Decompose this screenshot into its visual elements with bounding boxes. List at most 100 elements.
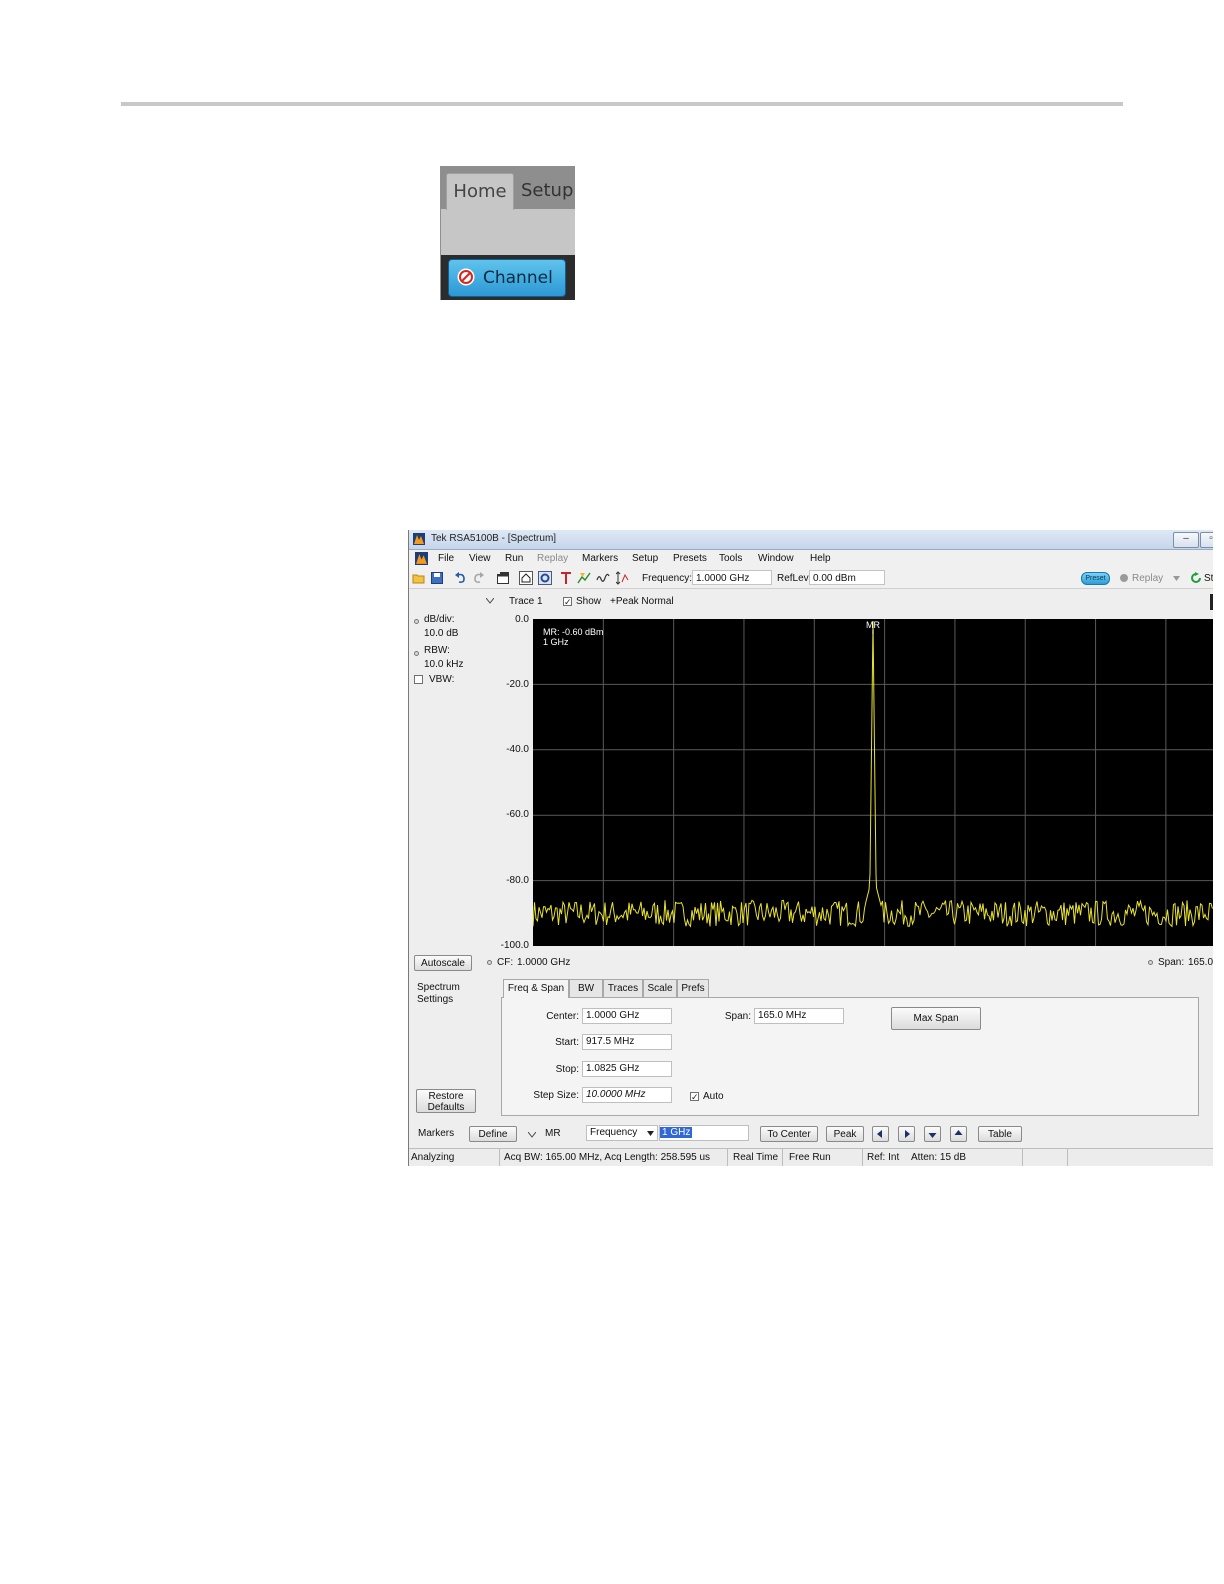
status-trigger: Free Run bbox=[789, 1152, 831, 1163]
channel-1-button[interactable]: Channel 1 bbox=[448, 259, 566, 297]
status-mode: Real Time bbox=[733, 1152, 779, 1163]
menu-help[interactable]: Help bbox=[810, 553, 831, 564]
span-label[interactable]: Span: bbox=[1158, 957, 1184, 968]
tab-prefs[interactable]: Prefs bbox=[677, 979, 709, 997]
replay-button[interactable]: Replay bbox=[1132, 573, 1163, 584]
menu-window[interactable]: Window bbox=[758, 553, 794, 564]
next-peak-left-button[interactable] bbox=[872, 1126, 889, 1142]
menu-setup[interactable]: Setup bbox=[632, 553, 658, 564]
marker-readout-level: MR: -0.60 dBm bbox=[543, 627, 604, 637]
tab-traces[interactable]: Traces bbox=[603, 979, 643, 997]
status-atten: Atten: 15 dB bbox=[911, 1152, 967, 1163]
replay-dropdown-icon[interactable] bbox=[1173, 576, 1180, 581]
span-setting-field[interactable]: 165.0 MHz bbox=[754, 1008, 844, 1024]
menu-view[interactable]: View bbox=[469, 553, 491, 564]
minimize-button[interactable]: – bbox=[1173, 532, 1199, 548]
autoscale-button[interactable]: Autoscale bbox=[414, 955, 472, 971]
spectrum-plot[interactable]: MR MR: -0.60 dBm 1 GHz bbox=[533, 619, 1213, 946]
stop-field[interactable]: 1.0825 GHz bbox=[582, 1061, 672, 1077]
restore-defaults-button[interactable]: Restore Defaults bbox=[416, 1089, 476, 1113]
menu-tools[interactable]: Tools bbox=[719, 553, 742, 564]
restore-defaults-label-1: Restore bbox=[428, 1091, 464, 1102]
menu-markers[interactable]: Markers bbox=[582, 553, 618, 564]
marker-type-value: Frequency bbox=[590, 1127, 638, 1138]
marker-value-field[interactable]: 1 GHz bbox=[659, 1125, 749, 1141]
restore-button[interactable]: ▫ bbox=[1200, 532, 1213, 548]
trace-icon[interactable] bbox=[596, 571, 610, 585]
span-bullet bbox=[1148, 960, 1153, 965]
undo-icon[interactable] bbox=[453, 571, 467, 585]
next-peak-down-button[interactable] bbox=[924, 1126, 941, 1142]
stop-label: Stop: bbox=[555, 1064, 579, 1075]
arrow-down-icon bbox=[928, 1133, 937, 1138]
reflev-field[interactable]: 0.00 dBm bbox=[809, 570, 885, 585]
tab-bw[interactable]: BW bbox=[569, 979, 603, 997]
spectrum-app-window: Tek RSA5100B - [Spectrum] – ▫ File View … bbox=[408, 530, 1213, 1166]
redo-icon[interactable] bbox=[472, 571, 486, 585]
reflev-label: RefLev: bbox=[777, 573, 812, 584]
center-field[interactable]: 1.0000 GHz bbox=[582, 1008, 672, 1024]
tab-freq-span[interactable]: Freq & Span bbox=[503, 979, 569, 998]
window-title: Tek RSA5100B - [Spectrum] bbox=[431, 533, 557, 544]
menu-file[interactable]: File bbox=[438, 553, 454, 564]
status-state: Analyzing bbox=[411, 1152, 455, 1163]
detection-label[interactable]: +Peak Normal bbox=[610, 596, 674, 607]
next-peak-right-button[interactable] bbox=[898, 1126, 915, 1142]
tek-app-icon bbox=[413, 533, 425, 545]
preset-button[interactable]: Preset bbox=[1081, 572, 1110, 585]
scale-icon[interactable] bbox=[616, 571, 630, 585]
step-size-field[interactable]: 10.0000 MHz bbox=[582, 1087, 672, 1103]
window-icon[interactable] bbox=[496, 571, 510, 585]
cf-bullet bbox=[487, 960, 492, 965]
status-separator bbox=[782, 1149, 783, 1166]
text-icon[interactable] bbox=[559, 571, 573, 585]
y-tick-label: -100.0 bbox=[500, 940, 529, 951]
start-field[interactable]: 917.5 MHz bbox=[582, 1034, 672, 1050]
show-checkbox[interactable]: ✓ bbox=[563, 597, 572, 607]
home-icon[interactable] bbox=[519, 571, 533, 585]
tab-scale[interactable]: Scale bbox=[643, 979, 677, 997]
db-div-value: 10.0 dB bbox=[424, 628, 459, 639]
tab-setup[interactable]: Setup bbox=[521, 173, 573, 209]
save-icon[interactable] bbox=[430, 571, 444, 585]
to-center-button[interactable]: To Center bbox=[760, 1126, 818, 1142]
rbw-label[interactable]: RBW: bbox=[424, 645, 450, 656]
menu-bar: File View Run Replay Markers Setup Prese… bbox=[409, 550, 1213, 568]
trace-label[interactable]: Trace 1 bbox=[509, 596, 543, 607]
menu-run[interactable]: Run bbox=[505, 553, 523, 564]
y-tick-label: -60.0 bbox=[506, 809, 529, 820]
marker-label: MR bbox=[866, 620, 880, 630]
status-separator bbox=[727, 1149, 728, 1166]
menu-presets[interactable]: Presets bbox=[673, 553, 707, 564]
status-ref: Ref: Int bbox=[867, 1152, 900, 1163]
rbw-value: 10.0 kHz bbox=[424, 659, 464, 670]
arrow-up-icon bbox=[954, 1130, 963, 1135]
marker-dropdown-icon[interactable] bbox=[528, 1132, 536, 1138]
run-label[interactable]: St bbox=[1204, 573, 1213, 584]
run-icon[interactable] bbox=[1190, 572, 1202, 584]
tab-home[interactable]: Home bbox=[446, 173, 514, 210]
marker-table-button[interactable]: Table bbox=[978, 1126, 1022, 1142]
span-value: 165.0 bbox=[1188, 957, 1213, 968]
cf-value: 1.0000 GHz bbox=[517, 957, 571, 968]
next-peak-up-button[interactable] bbox=[950, 1126, 967, 1142]
marker-icon[interactable] bbox=[577, 571, 591, 585]
trace-dropdown-icon[interactable] bbox=[486, 598, 494, 604]
spectrum-graticule: MR bbox=[533, 619, 1213, 946]
open-icon[interactable] bbox=[412, 571, 426, 585]
marker-value-text: 1 GHz bbox=[660, 1127, 693, 1138]
auto-checkbox[interactable]: ✓ bbox=[690, 1092, 699, 1102]
arrow-right-icon bbox=[905, 1130, 910, 1138]
show-label: Show bbox=[576, 596, 602, 607]
max-span-button[interactable]: Max Span bbox=[891, 1007, 981, 1030]
menu-replay[interactable]: Replay bbox=[537, 553, 568, 564]
tek-menu-icon[interactable] bbox=[415, 552, 428, 565]
frequency-field[interactable]: 1.0000 GHz bbox=[692, 570, 772, 585]
settings-icon[interactable] bbox=[538, 571, 552, 585]
cf-label[interactable]: CF: bbox=[497, 957, 513, 968]
peak-button[interactable]: Peak bbox=[826, 1126, 864, 1142]
marker-type-select[interactable]: Frequency bbox=[586, 1125, 658, 1141]
define-markers-button[interactable]: Define bbox=[469, 1126, 517, 1142]
y-tick-label: -80.0 bbox=[506, 875, 529, 886]
title-bar: Tek RSA5100B - [Spectrum] – ▫ bbox=[409, 530, 1213, 550]
